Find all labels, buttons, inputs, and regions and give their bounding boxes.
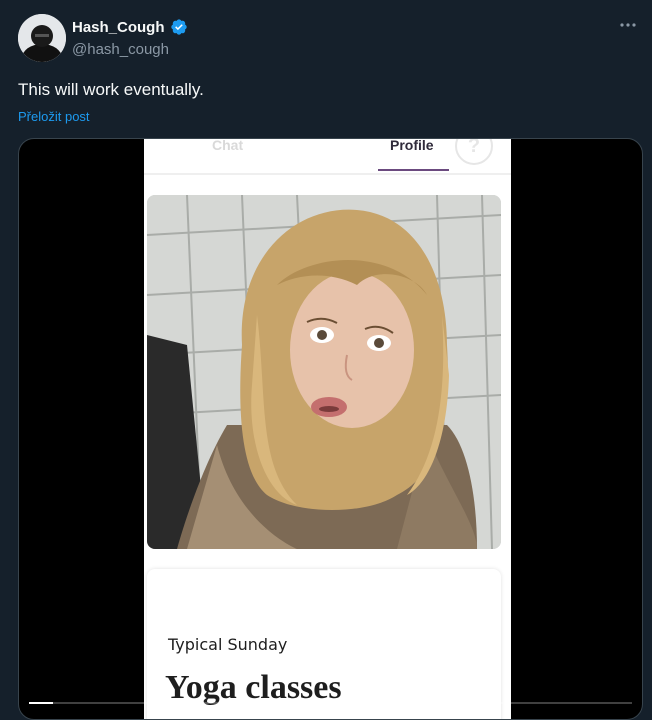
video-frame: Chat Profile ? Typical Sunday Yoga class… (144, 139, 511, 719)
translate-post-link[interactable]: Přeložit post (18, 109, 90, 124)
tab-chat: Chat (212, 138, 244, 153)
tab-divider (144, 173, 511, 175)
video-progress-fill (29, 702, 54, 704)
tab-profile: Profile (390, 138, 434, 153)
app-tab-bar: Chat Profile ? (144, 139, 511, 173)
active-tab-indicator (378, 169, 449, 171)
more-horizontal-icon[interactable] (618, 15, 638, 35)
author-name-row[interactable]: Hash_Cough (72, 18, 188, 36)
prompt-title: Typical Sunday (168, 635, 288, 654)
author-name[interactable]: Hash_Cough (72, 19, 165, 36)
verified-badge-icon (170, 19, 187, 35)
profile-photo-image (147, 195, 501, 549)
avatar-image (18, 14, 66, 62)
author-avatar[interactable] (18, 14, 66, 62)
video-player[interactable]: Chat Profile ? Typical Sunday Yoga class… (18, 138, 643, 720)
author-handle[interactable]: @hash_cough (72, 41, 169, 58)
video-progress-bar[interactable] (29, 702, 632, 704)
question-mark-icon: ? (455, 139, 493, 165)
prompt-card: Typical Sunday Yoga classes (147, 569, 501, 719)
tweet-text: This will work eventually. (18, 80, 204, 99)
profile-photo (147, 195, 501, 549)
